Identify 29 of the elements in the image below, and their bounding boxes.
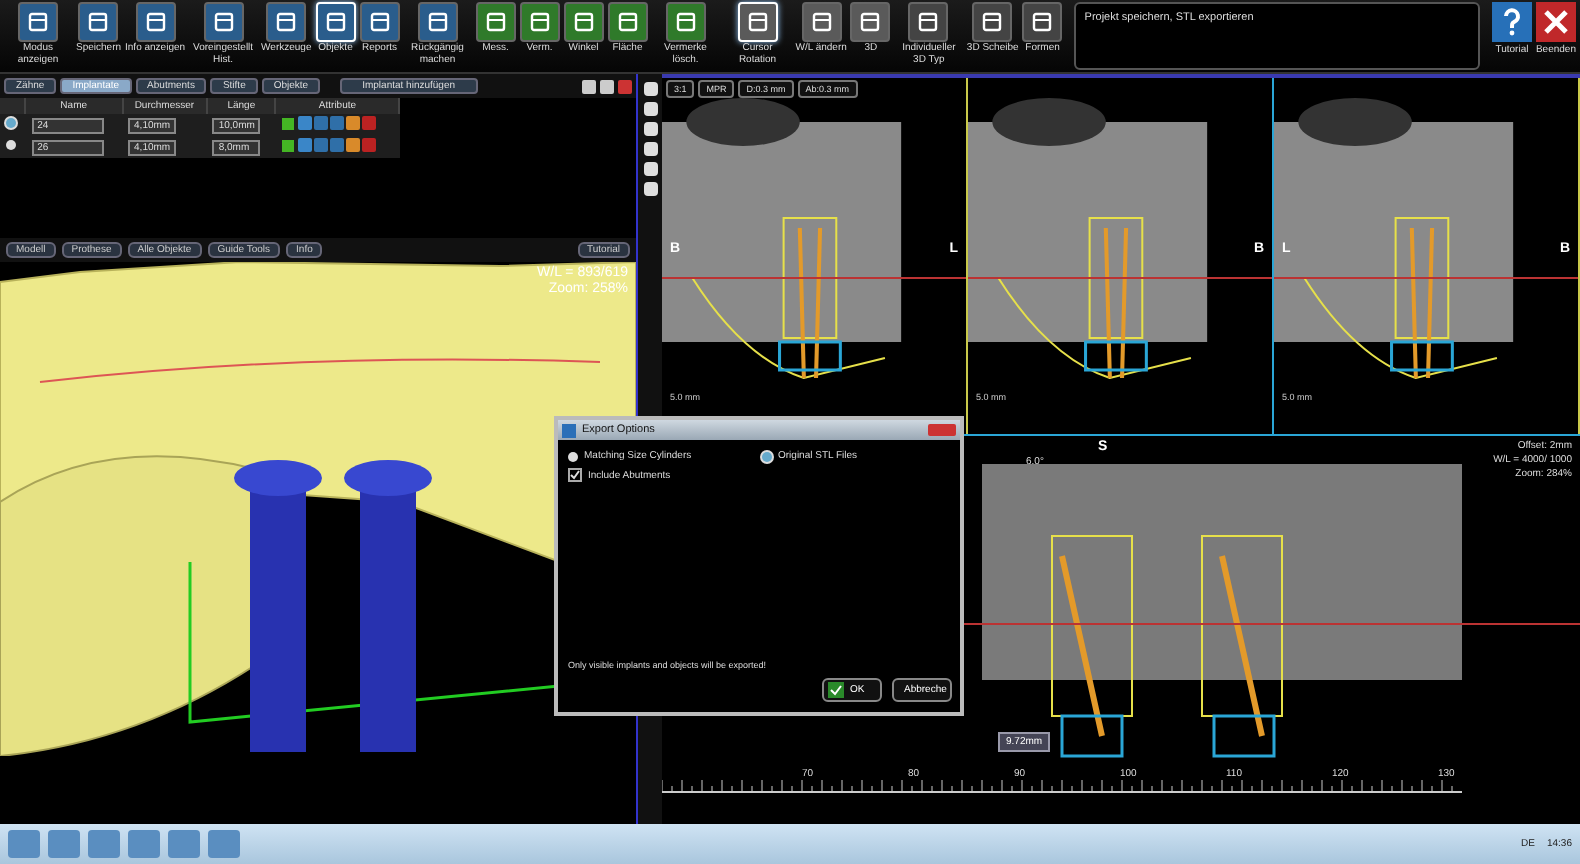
help-icon <box>1501 8 1522 36</box>
checkbox[interactable] <box>568 468 582 482</box>
tool-icon <box>143 10 168 34</box>
tool-icon <box>916 10 941 34</box>
tool-icon <box>615 10 640 34</box>
tool-icon <box>323 10 348 34</box>
tool-icon <box>274 10 299 34</box>
tool-icon <box>809 10 834 34</box>
checkmark-icon <box>828 682 844 698</box>
tool-icon <box>571 10 596 34</box>
tool-icon <box>1030 10 1055 34</box>
tool-icon <box>211 10 236 34</box>
tool-icon <box>673 10 698 34</box>
row-radio[interactable] <box>6 140 16 150</box>
close-icon <box>1543 10 1568 34</box>
tool-icon <box>858 10 883 34</box>
color-swatch[interactable] <box>281 140 294 152</box>
tool-icon <box>86 10 111 34</box>
row-radio[interactable] <box>6 118 16 128</box>
tool-icon <box>745 10 770 34</box>
color-swatch[interactable] <box>281 118 294 130</box>
tool-icon <box>425 10 450 34</box>
radio-button[interactable] <box>568 451 578 461</box>
tool-icon <box>367 10 392 34</box>
radio-button[interactable] <box>762 451 772 461</box>
tool-icon <box>527 10 552 34</box>
tool-icon <box>26 10 50 34</box>
tool-icon <box>483 10 508 34</box>
tool-icon <box>980 10 1005 34</box>
